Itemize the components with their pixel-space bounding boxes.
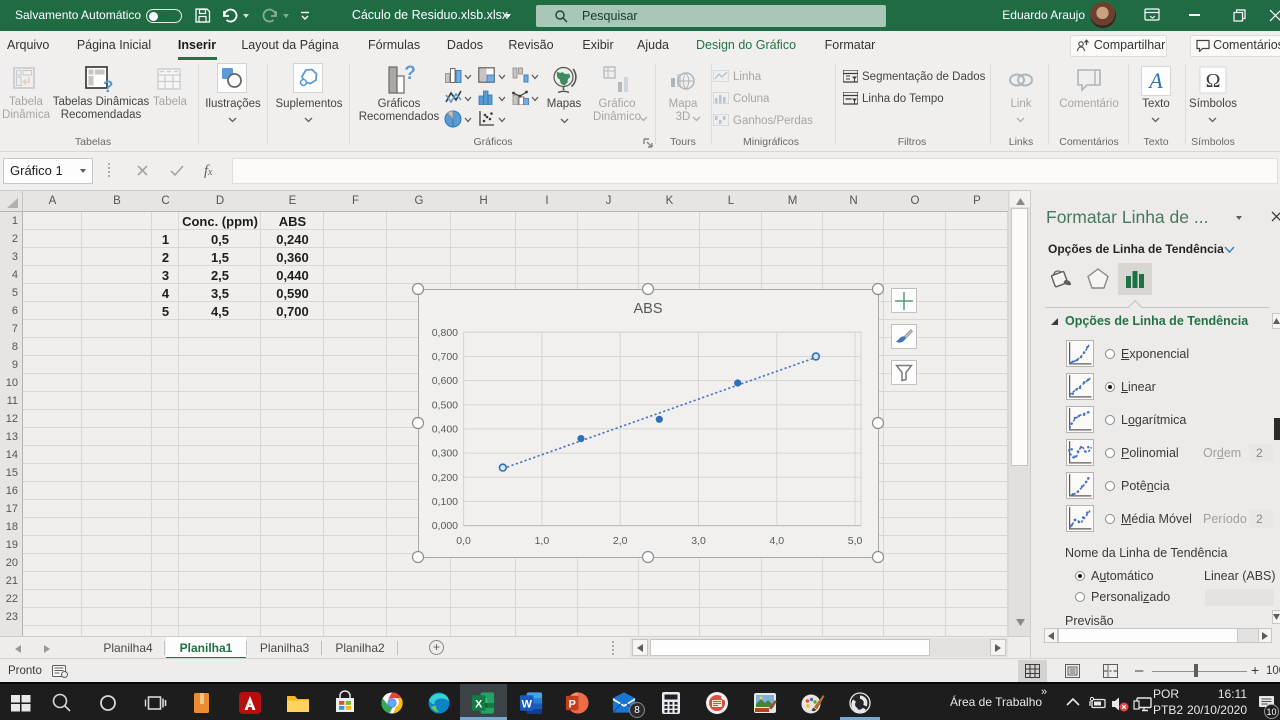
svg-text:Ω: Ω: [1206, 70, 1221, 92]
svg-text:0,300: 0,300: [432, 448, 458, 460]
svg-text:0,600: 0,600: [432, 375, 458, 387]
svg-text:1,0: 1,0: [535, 535, 550, 547]
svg-text:?: ?: [404, 65, 416, 84]
svg-text:0,400: 0,400: [432, 423, 458, 435]
svg-text:0,500: 0,500: [432, 399, 458, 411]
svg-text:0,0: 0,0: [456, 535, 471, 547]
svg-text:5,0: 5,0: [848, 535, 863, 547]
svg-text:4,0: 4,0: [769, 535, 784, 547]
svg-text:A: A: [1147, 69, 1163, 93]
svg-text:X: X: [475, 698, 483, 710]
svg-text:W: W: [521, 698, 532, 710]
svg-text:0,700: 0,700: [432, 351, 458, 363]
svg-text:?: ?: [103, 77, 113, 94]
svg-text:0,200: 0,200: [432, 472, 458, 484]
svg-text:0,800: 0,800: [432, 327, 458, 339]
svg-text:0,100: 0,100: [432, 496, 458, 508]
svg-text:ABS: ABS: [633, 301, 662, 317]
svg-text:P: P: [568, 698, 575, 710]
svg-text:0,000: 0,000: [432, 520, 458, 532]
svg-text:3,0: 3,0: [691, 535, 706, 547]
svg-text:2,0: 2,0: [613, 535, 628, 547]
